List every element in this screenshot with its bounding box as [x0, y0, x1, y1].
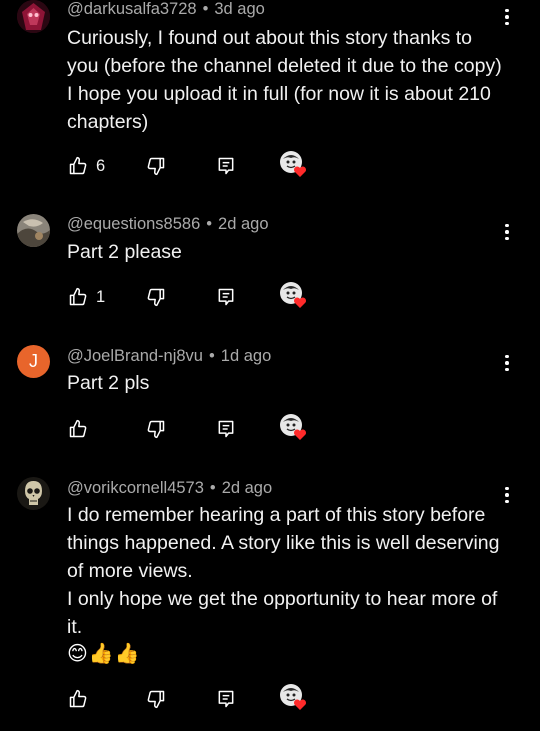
author-name[interactable]: @vorikcornell4573: [67, 479, 204, 497]
reply-button[interactable]: [216, 415, 236, 443]
thumbs-up-icon: [69, 287, 87, 306]
comment-actions: [0, 413, 540, 443]
comment-body: Part 2 please: [67, 241, 182, 263]
creator-heart-icon: [279, 413, 309, 443]
comment-body-line: I do remember hearing a part of this sto…: [67, 504, 500, 582]
comment-emojis: 😊👍👍: [67, 643, 141, 665]
thumbs-down-icon: [147, 157, 165, 176]
reply-icon: [218, 690, 234, 708]
dislike-button[interactable]: [146, 415, 166, 443]
reply-button[interactable]: [216, 152, 236, 180]
dislike-button[interactable]: [146, 283, 166, 311]
thumbs-down-icon: [147, 420, 165, 439]
thumbs-up-icon: [69, 689, 87, 708]
comment-body: Part 2 pls: [67, 372, 150, 394]
comment-body: Curiously, I found out about this story …: [67, 27, 502, 133]
like-button[interactable]: [68, 415, 88, 443]
creator-heart-icon: [279, 281, 309, 311]
reply-button[interactable]: [216, 283, 236, 311]
like-count: 1: [96, 287, 106, 306]
thumbs-down-icon: [147, 288, 165, 307]
reply-button[interactable]: [216, 685, 236, 713]
thumbs-up-icon: [69, 156, 87, 175]
like-button[interactable]: [68, 685, 88, 713]
comment-text: Part 2 please: [67, 238, 507, 266]
avatar[interactable]: [17, 477, 50, 510]
dislike-button[interactable]: [146, 685, 166, 713]
comment-meta: @equestions8586 • 2d ago: [67, 215, 269, 234]
meta-separator: •: [209, 347, 215, 365]
avatar[interactable]: J: [17, 345, 50, 378]
reply-icon: [218, 288, 234, 306]
comment-time: 2d ago: [218, 215, 269, 233]
meta-separator: •: [202, 0, 209, 18]
creator-heart-icon: [279, 683, 309, 713]
comment-text: Curiously, I found out about this story …: [67, 24, 507, 136]
thumbs-down-icon: [147, 690, 165, 709]
comment-actions: 1: [0, 281, 540, 311]
comment-actions: [0, 683, 540, 713]
dislike-button[interactable]: [146, 152, 166, 180]
comment-time: 2d ago: [221, 479, 273, 497]
comment-time: 1d ago: [220, 347, 272, 365]
avatar[interactable]: [17, 0, 50, 33]
comment-meta: @vorikcornell4573 • 2d ago: [67, 479, 272, 498]
like-button[interactable]: 1: [68, 283, 105, 311]
like-count: 6: [96, 156, 106, 175]
author-name[interactable]: @darkusalfa3728: [67, 0, 197, 18]
like-button[interactable]: 6: [68, 152, 105, 180]
comment-actions: 6: [0, 150, 540, 180]
author-name[interactable]: @equestions8586: [67, 215, 200, 233]
thumbs-up-icon: [69, 419, 87, 438]
comment-text: I do remember hearing a part of this sto…: [67, 501, 505, 641]
comment-body-line: I only hope we get the opportunity to he…: [67, 588, 498, 638]
meta-separator: •: [206, 215, 213, 233]
comment-meta: @JoelBrand-nj8vu • 1d ago: [67, 347, 271, 366]
avatar[interactable]: [17, 214, 50, 247]
avatar-letter: J: [29, 351, 38, 371]
meta-separator: •: [209, 479, 216, 497]
reply-icon: [218, 420, 234, 438]
comment-text: Part 2 pls: [67, 369, 507, 397]
comment-meta: @darkusalfa3728 • 3d ago: [67, 0, 265, 19]
comment-time: 3d ago: [214, 0, 265, 18]
creator-heart-icon: [279, 150, 309, 180]
author-name[interactable]: @JoelBrand-nj8vu: [67, 347, 203, 365]
reply-icon: [218, 157, 234, 175]
